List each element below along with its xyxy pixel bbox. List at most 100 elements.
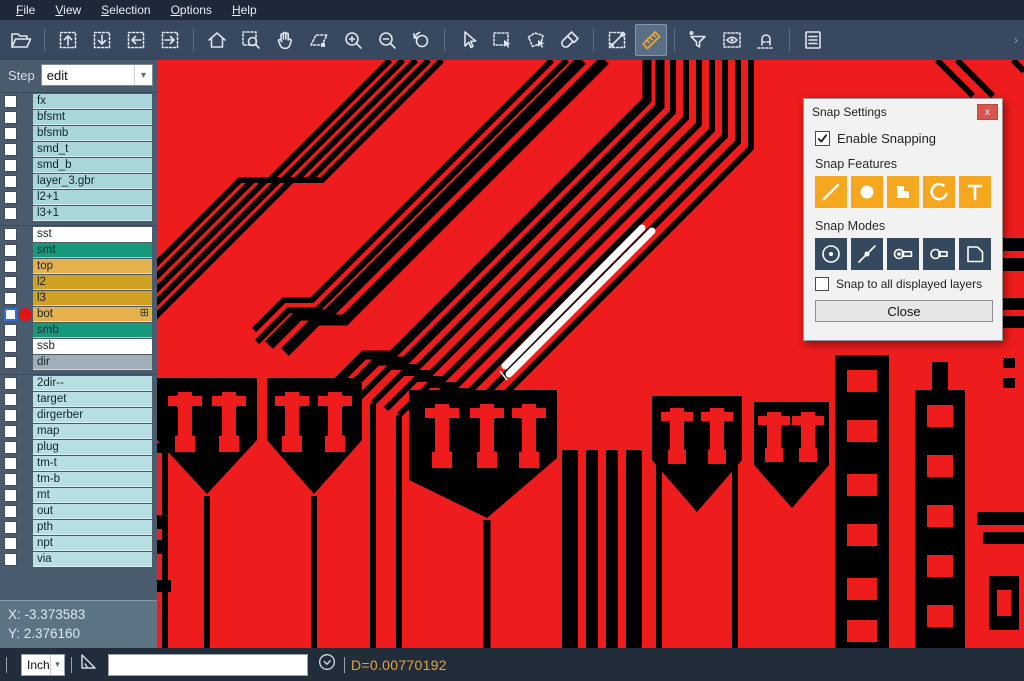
dialog-title-bar[interactable]: Snap Settings x bbox=[804, 99, 1002, 124]
snap-mode-point-on-line-icon[interactable] bbox=[851, 238, 883, 270]
snap-feature-line-icon[interactable] bbox=[815, 176, 847, 208]
command-input[interactable] bbox=[108, 654, 308, 676]
menu-help[interactable]: Help bbox=[222, 1, 267, 19]
zoom-in-icon[interactable] bbox=[337, 24, 369, 56]
angle-mode-icon[interactable] bbox=[78, 651, 100, 678]
pan-up-icon[interactable] bbox=[52, 24, 84, 56]
layer-name-field[interactable]: npt bbox=[33, 536, 152, 551]
layer-name-field[interactable]: l3+1 bbox=[33, 206, 152, 221]
layer-name-field[interactable]: dir bbox=[33, 355, 152, 370]
open-file-icon[interactable] bbox=[5, 24, 37, 56]
layer-name-field[interactable]: bfsmt bbox=[33, 110, 152, 125]
layer-visibility-checkbox[interactable] bbox=[4, 356, 17, 369]
layer-visibility-checkbox[interactable] bbox=[4, 260, 17, 273]
layer-visibility-checkbox[interactable] bbox=[4, 425, 17, 438]
layer-name-field[interactable]: map bbox=[33, 424, 152, 439]
layer-name-field[interactable]: layer_3.gbr bbox=[33, 174, 152, 189]
layer-name-field[interactable]: tm-t bbox=[33, 456, 152, 471]
pan-left-icon[interactable] bbox=[120, 24, 152, 56]
layer-name-field[interactable]: l2 bbox=[33, 275, 152, 290]
select-pointer-icon[interactable] bbox=[452, 24, 484, 56]
select-polygon-icon[interactable] bbox=[520, 24, 552, 56]
layer-visibility-checkbox[interactable] bbox=[4, 441, 17, 454]
layer-visibility-checkbox[interactable] bbox=[4, 521, 17, 534]
apply-check-icon[interactable] bbox=[316, 651, 338, 678]
unit-select[interactable]: Inch ▾ bbox=[21, 654, 65, 676]
layer-name-field[interactable]: smb bbox=[33, 323, 152, 338]
layer-name-field[interactable]: dirgerber bbox=[33, 408, 152, 423]
layer-visibility-checkbox[interactable] bbox=[4, 111, 17, 124]
layer-visibility-checkbox[interactable] bbox=[4, 292, 17, 305]
menu-selection[interactable]: Selection bbox=[91, 1, 160, 19]
layer-name-field[interactable]: ssb bbox=[33, 339, 152, 354]
select-rectangle-icon[interactable] bbox=[486, 24, 518, 56]
layer-visibility-checkbox[interactable] bbox=[4, 244, 17, 257]
layer-visibility-checkbox[interactable] bbox=[4, 324, 17, 337]
layer-name-field[interactable]: plug bbox=[33, 440, 152, 455]
layer-name-field[interactable]: mt bbox=[33, 488, 152, 503]
step-select[interactable]: edit ▾ bbox=[41, 64, 153, 86]
report-icon[interactable] bbox=[797, 24, 829, 56]
snap-feature-text-icon[interactable] bbox=[959, 176, 991, 208]
layer-name-field[interactable]: top bbox=[33, 259, 152, 274]
zoom-out-icon[interactable] bbox=[371, 24, 403, 56]
menu-options[interactable]: Options bbox=[161, 1, 222, 19]
layer-visibility-checkbox[interactable] bbox=[4, 159, 17, 172]
layer-grid-icon[interactable]: ⊞ bbox=[140, 308, 149, 319]
layer-visibility-checkbox[interactable] bbox=[4, 473, 17, 486]
measure-line-icon[interactable] bbox=[601, 24, 633, 56]
layer-name-field[interactable]: via bbox=[33, 552, 152, 567]
menu-file[interactable]: File bbox=[6, 1, 45, 19]
enable-snapping-checkbox[interactable] bbox=[815, 131, 830, 146]
layer-visibility-checkbox[interactable] bbox=[4, 393, 17, 406]
layer-visibility-checkbox[interactable] bbox=[4, 340, 17, 353]
zoom-previous-icon[interactable] bbox=[405, 24, 437, 56]
layer-name-field[interactable]: smt bbox=[33, 243, 152, 258]
layer-visibility-checkbox[interactable] bbox=[4, 228, 17, 241]
layer-visibility-checkbox[interactable] bbox=[4, 207, 17, 220]
toolbar-overflow-chevron[interactable]: › bbox=[1014, 33, 1018, 47]
filter-icon[interactable] bbox=[682, 24, 714, 56]
layer-visibility-checkbox[interactable] bbox=[4, 175, 17, 188]
layer-name-field[interactable]: out bbox=[33, 504, 152, 519]
layer-visibility-checkbox[interactable] bbox=[4, 127, 17, 140]
layer-name-field[interactable]: pth bbox=[33, 520, 152, 535]
layer-name-field[interactable]: fx bbox=[33, 94, 152, 109]
layer-visibility-checkbox[interactable] bbox=[4, 95, 17, 108]
ruler-icon[interactable] bbox=[635, 24, 667, 56]
layer-visibility-checkbox[interactable] bbox=[4, 409, 17, 422]
snap-mode-profile-icon[interactable] bbox=[959, 238, 991, 270]
layer-name-field[interactable]: smd_t bbox=[33, 142, 152, 157]
snap-settings-icon[interactable] bbox=[750, 24, 782, 56]
home-view-icon[interactable] bbox=[201, 24, 233, 56]
close-button[interactable]: Close bbox=[815, 300, 993, 322]
pan-hand-icon[interactable] bbox=[269, 24, 301, 56]
layer-name-field[interactable]: l2+1 bbox=[33, 190, 152, 205]
layer-name-field[interactable]: tm-b bbox=[33, 472, 152, 487]
snap-all-layers-checkbox[interactable] bbox=[815, 277, 829, 291]
snap-feature-surface-icon[interactable] bbox=[887, 176, 919, 208]
snap-feature-circle-icon[interactable] bbox=[851, 176, 883, 208]
snap-feature-arc-icon[interactable] bbox=[923, 176, 955, 208]
pan-right-icon[interactable] bbox=[154, 24, 186, 56]
zoom-dynamic-icon[interactable] bbox=[303, 24, 335, 56]
layer-visibility-checkbox[interactable] bbox=[4, 143, 17, 156]
snap-mode-pad-long-icon[interactable] bbox=[887, 238, 919, 270]
layer-visibility-checkbox[interactable] bbox=[4, 553, 17, 566]
layer-name-field[interactable]: bot⊞ bbox=[33, 307, 152, 322]
clear-selection-icon[interactable] bbox=[554, 24, 586, 56]
pan-down-icon[interactable] bbox=[86, 24, 118, 56]
zoom-window-icon[interactable] bbox=[235, 24, 267, 56]
layer-name-field[interactable]: smd_b bbox=[33, 158, 152, 173]
layer-visibility-checkbox[interactable] bbox=[4, 276, 17, 289]
display-options-icon[interactable] bbox=[716, 24, 748, 56]
layer-name-field[interactable]: l3 bbox=[33, 291, 152, 306]
layer-name-field[interactable]: sst bbox=[33, 227, 152, 242]
layer-visibility-checkbox[interactable] bbox=[4, 377, 17, 390]
layer-visibility-checkbox[interactable] bbox=[4, 457, 17, 470]
layer-name-field[interactable]: target bbox=[33, 392, 152, 407]
layer-visibility-checkbox[interactable] bbox=[4, 505, 17, 518]
layer-visibility-checkbox[interactable] bbox=[4, 537, 17, 550]
dialog-close-icon[interactable]: x bbox=[977, 104, 998, 120]
layer-visibility-checkbox[interactable] bbox=[4, 489, 17, 502]
